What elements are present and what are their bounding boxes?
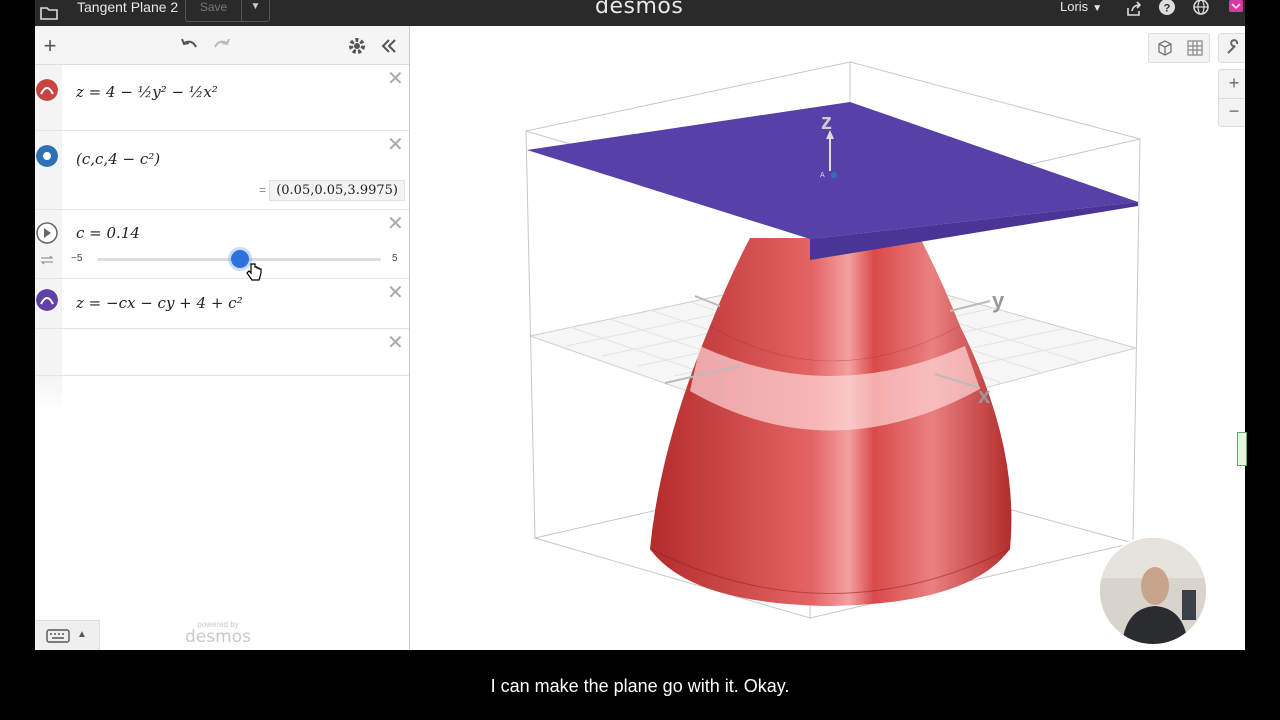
z-axis-label: z bbox=[821, 109, 832, 134]
save-dropdown-button[interactable]: ▼ bbox=[242, 0, 269, 21]
graph-title[interactable]: Tangent Plane 2 bbox=[77, 0, 178, 20]
svg-text:?: ? bbox=[1164, 3, 1171, 15]
slider-max[interactable]: 5 bbox=[392, 253, 398, 264]
view-toggle-group bbox=[1148, 33, 1210, 63]
evaluation-value: (0.05,0.05,3.9975) bbox=[269, 180, 405, 201]
desmos-app: Tangent Plane 2 Save ▼ desmos Loris ▼ ? + bbox=[35, 0, 1245, 650]
expression-math[interactable]: (c,c,4 − c²) bbox=[76, 150, 160, 168]
powered-by-logo: desmos bbox=[185, 627, 251, 647]
zoom-out-icon[interactable]: − bbox=[1219, 98, 1245, 127]
3d-cube-icon[interactable] bbox=[1156, 39, 1174, 57]
globe-icon[interactable] bbox=[1192, 0, 1210, 18]
delete-expression-icon[interactable]: ✕ bbox=[387, 214, 404, 234]
desmos-logo: desmos bbox=[595, 0, 684, 19]
expression-row-2[interactable]: (c,c,4 − c²) ✕ = (0.05,0.05,3.9975) bbox=[35, 131, 409, 210]
powered-by-desmos: powered by desmos bbox=[185, 620, 251, 647]
webcam-overlay bbox=[1098, 536, 1208, 646]
delete-expression-icon[interactable]: ✕ bbox=[387, 333, 404, 353]
expression-math[interactable]: z = 4 − ½y² − ½x² bbox=[76, 83, 218, 101]
tangent-plane bbox=[527, 102, 1138, 260]
loop-icon[interactable] bbox=[40, 254, 54, 266]
side-tab[interactable] bbox=[1237, 432, 1247, 466]
help-icon[interactable]: ? bbox=[1158, 0, 1176, 18]
save-button[interactable]: Save bbox=[186, 0, 242, 21]
tangent-point[interactable] bbox=[831, 172, 837, 178]
share-icon[interactable] bbox=[1125, 0, 1143, 18]
presenter-video-icon bbox=[1100, 538, 1206, 644]
expression-gutter bbox=[35, 210, 62, 278]
expression-gutter bbox=[35, 329, 62, 375]
user-name: Loris bbox=[1060, 0, 1089, 14]
expression-row-1[interactable]: z = 4 − ½y² − ½x² ✕ bbox=[35, 65, 409, 131]
expression-math[interactable]: z = −cx − cy + 4 + c² bbox=[76, 294, 243, 312]
expression-row-3[interactable]: c = 0.14 ✕ bbox=[35, 210, 409, 279]
top-bar: Tangent Plane 2 Save ▼ desmos Loris ▼ ? bbox=[35, 0, 1245, 26]
expression-row-empty[interactable]: ✕ bbox=[35, 329, 409, 376]
delete-expression-icon[interactable]: ✕ bbox=[387, 135, 404, 155]
delete-expression-icon[interactable]: ✕ bbox=[387, 283, 404, 303]
grid-icon[interactable] bbox=[1186, 39, 1204, 57]
keypad-toggle-button[interactable]: ▲ bbox=[35, 620, 100, 650]
slider-min[interactable]: −5 bbox=[71, 253, 82, 264]
wrench-icon bbox=[1227, 39, 1239, 54]
surface-icon[interactable] bbox=[36, 289, 58, 311]
keyboard-icon bbox=[46, 629, 70, 643]
delete-expression-icon[interactable]: ✕ bbox=[387, 69, 404, 89]
add-item-icon[interactable]: + bbox=[40, 35, 60, 57]
expression-math[interactable]: c = 0.14 bbox=[76, 224, 140, 242]
zoom-in-icon[interactable]: + bbox=[1219, 70, 1245, 98]
expression-panel: + z = 4 − ½y² − ½x² ✕ (c,c,4 − c²) ✕ = (… bbox=[35, 26, 410, 650]
save-group: Save ▼ bbox=[185, 0, 270, 22]
expression-row-4[interactable]: z = −cx − cy + 4 + c² ✕ bbox=[35, 279, 409, 329]
video-caption: I can make the plane go with it. Okay. bbox=[490, 676, 790, 696]
point-icon[interactable] bbox=[36, 145, 58, 167]
settings-gear-icon[interactable] bbox=[347, 36, 367, 56]
chevron-down-icon: ▼ bbox=[250, 1, 261, 12]
zoom-controls: + − bbox=[1218, 69, 1245, 127]
play-icon[interactable] bbox=[36, 222, 58, 244]
gutter-fade bbox=[35, 376, 62, 411]
app-badge-icon[interactable] bbox=[1228, 0, 1245, 18]
evaluation-equals: = bbox=[258, 183, 266, 197]
graph-settings-button[interactable] bbox=[1218, 33, 1245, 63]
chevron-down-icon: ▼ bbox=[1092, 3, 1103, 14]
expression-gutter bbox=[35, 131, 62, 209]
redo-icon[interactable] bbox=[212, 36, 232, 56]
surface-icon[interactable] bbox=[36, 79, 58, 101]
folder-icon[interactable] bbox=[39, 3, 59, 23]
x-axis-label: x bbox=[978, 383, 991, 408]
collapse-panel-icon[interactable] bbox=[379, 36, 399, 56]
point-label: A bbox=[820, 172, 825, 179]
caret-up-icon: ▲ bbox=[77, 629, 87, 640]
y-axis-label: y bbox=[992, 288, 1005, 313]
user-menu[interactable]: Loris ▼ bbox=[1060, 0, 1102, 14]
undo-icon[interactable] bbox=[179, 36, 199, 56]
expression-toolbar: + bbox=[35, 26, 409, 65]
